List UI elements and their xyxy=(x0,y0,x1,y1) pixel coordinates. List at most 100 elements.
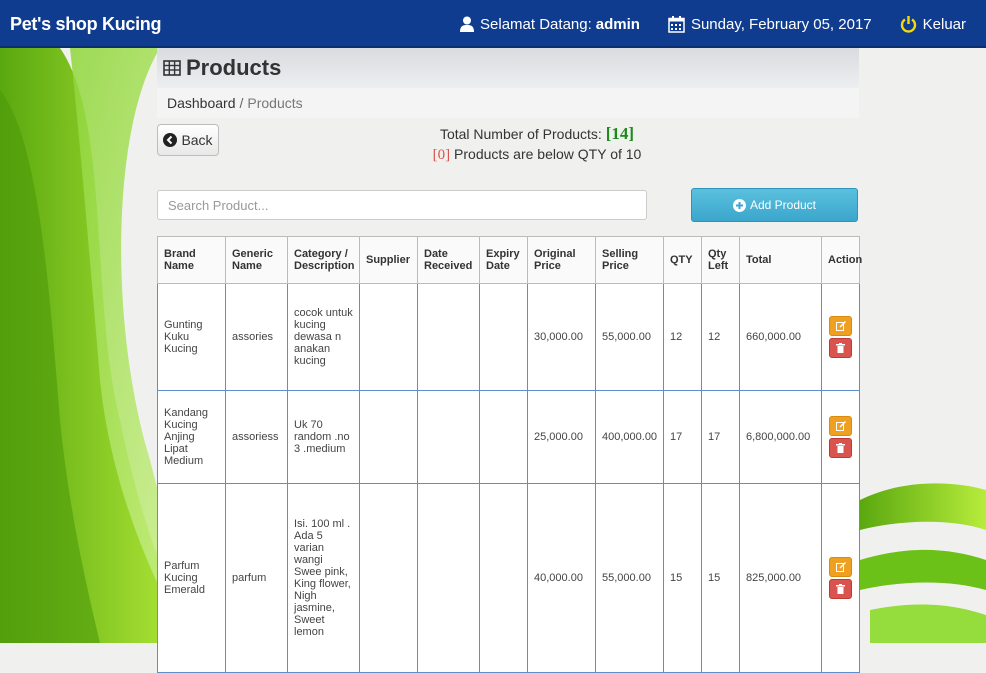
page-title-text: Products xyxy=(186,55,282,80)
plus-circle-icon xyxy=(732,198,746,212)
cell-date-received xyxy=(417,390,480,484)
cell-original-price: 30,000.00 xyxy=(527,283,596,391)
col-supplier[interactable]: Supplier xyxy=(359,236,418,284)
welcome-text: Selamat Datang: xyxy=(480,15,592,33)
cell-generic: assories xyxy=(225,283,288,391)
table-row: Kandang Kucing Anjing Lipat Medium assor… xyxy=(157,390,860,484)
total-products-label: Total Number of Products: xyxy=(439,126,602,142)
add-product-button[interactable]: Add Product xyxy=(691,188,858,222)
date-text: Sunday, February 05, 2017 xyxy=(690,15,872,33)
cell-selling-price: 400,000.00 xyxy=(595,390,664,484)
col-total[interactable]: Total xyxy=(739,236,822,284)
top-navbar: Pet's shop Kucing Selamat Datang: admin … xyxy=(0,0,986,48)
col-date-received[interactable]: Date Received xyxy=(417,236,480,284)
current-date: Sunday, February 05, 2017 xyxy=(668,15,872,33)
cell-total: 660,000.00 xyxy=(739,283,822,391)
cell-total: 825,000.00 xyxy=(739,483,822,673)
table-header-row: Brand Name Generic Name Category / Descr… xyxy=(157,236,862,284)
cell-supplier xyxy=(359,483,418,673)
cell-date-received xyxy=(417,483,480,673)
total-products-count: [14] xyxy=(605,124,635,143)
edit-button[interactable] xyxy=(829,416,852,436)
product-totals: Total Number of Products: [14] [0] Produ… xyxy=(347,124,727,165)
trash-icon xyxy=(836,443,845,453)
search-product-input[interactable] xyxy=(157,190,647,220)
edit-button[interactable] xyxy=(829,557,852,577)
cell-expiry xyxy=(479,283,528,391)
cell-action xyxy=(821,390,860,484)
page-header: Products xyxy=(157,48,859,88)
trash-icon xyxy=(836,343,845,353)
cell-qty: 15 xyxy=(663,483,702,673)
cell-brand: Parfum Kucing Emerald xyxy=(157,483,226,673)
breadcrumb-products: Products xyxy=(247,95,303,111)
toolbar-row: Back Total Number of Products: [14] [0] … xyxy=(157,118,859,186)
cell-action xyxy=(821,283,860,391)
trash-icon xyxy=(836,584,845,594)
cell-qty-left: 12 xyxy=(701,283,740,391)
cell-qty: 17 xyxy=(663,390,702,484)
navbar-right: Selamat Datang: admin Sunday, February 0… xyxy=(460,0,986,48)
cell-date-received xyxy=(417,283,480,391)
cell-expiry xyxy=(479,483,528,673)
cell-qty-left: 17 xyxy=(701,390,740,484)
cell-total: 6,800,000.00 xyxy=(739,390,822,484)
page-title: Products xyxy=(163,55,281,81)
cell-generic: assoriess xyxy=(225,390,288,484)
user-icon xyxy=(460,16,475,32)
table-row: Gunting Kuku Kucing assories cocok untuk… xyxy=(157,283,860,391)
table-grid-icon xyxy=(163,60,181,76)
cell-expiry xyxy=(479,390,528,484)
cell-qty: 12 xyxy=(663,283,702,391)
breadcrumb-dashboard[interactable]: Dashboard xyxy=(167,95,236,111)
cell-selling-price: 55,000.00 xyxy=(595,283,664,391)
col-qty[interactable]: QTY xyxy=(663,236,702,284)
add-product-label: Add Product xyxy=(749,198,817,212)
cell-original-price: 25,000.00 xyxy=(527,390,596,484)
cell-description: Isi. 100 ml . Ada 5 varian wangi Swee pi… xyxy=(287,483,360,673)
col-original-price[interactable]: Original Price xyxy=(527,236,596,284)
cell-supplier xyxy=(359,390,418,484)
back-label: Back xyxy=(181,132,213,148)
col-category[interactable]: Category / Description xyxy=(287,236,360,284)
edit-button[interactable] xyxy=(829,316,852,336)
edit-icon xyxy=(835,321,846,331)
brand-logo-text[interactable]: Pet's shop Kucing xyxy=(10,14,162,35)
arrow-left-circle-icon xyxy=(163,133,178,147)
edit-icon xyxy=(835,562,846,572)
cell-qty-left: 15 xyxy=(701,483,740,673)
col-brand-name[interactable]: Brand Name xyxy=(157,236,226,284)
col-selling-price[interactable]: Selling Price xyxy=(595,236,664,284)
cell-brand: Kandang Kucing Anjing Lipat Medium xyxy=(157,390,226,484)
total-products-line: Total Number of Products: [14] xyxy=(347,124,727,144)
cell-description: cocok untuk kucing dewasa n anakan kucin… xyxy=(287,283,360,391)
delete-button[interactable] xyxy=(829,438,852,458)
products-table: Brand Name Generic Name Category / Descr… xyxy=(157,236,862,673)
logout-link[interactable]: Keluar xyxy=(900,15,966,33)
col-generic-name[interactable]: Generic Name xyxy=(225,236,288,284)
cell-description: Uk 70 random .no 3 .medium xyxy=(287,390,360,484)
delete-button[interactable] xyxy=(829,338,852,358)
logout-label: Keluar xyxy=(922,15,966,33)
col-qty-left[interactable]: Qty Left xyxy=(701,236,740,284)
low-stock-label: Products are below QTY of 10 xyxy=(454,146,642,162)
delete-button[interactable] xyxy=(829,579,852,599)
cell-action xyxy=(821,483,860,673)
col-action: Action xyxy=(821,236,862,284)
back-button[interactable]: Back xyxy=(157,124,219,156)
calendar-icon xyxy=(668,15,685,33)
breadcrumb-separator: / xyxy=(239,95,244,111)
user-welcome: Selamat Datang: admin xyxy=(460,16,640,33)
cell-supplier xyxy=(359,283,418,391)
low-stock-count: [0] xyxy=(432,147,451,163)
main-content: Products Dashboard / Products Back Total… xyxy=(157,48,862,673)
power-icon xyxy=(900,15,916,33)
edit-icon xyxy=(835,421,846,431)
cell-generic: parfum xyxy=(225,483,288,673)
search-row: Add Product xyxy=(157,186,859,236)
cell-original-price: 40,000.00 xyxy=(527,483,596,673)
cell-selling-price: 55,000.00 xyxy=(595,483,664,673)
username: admin xyxy=(595,15,640,33)
breadcrumb: Dashboard / Products xyxy=(157,88,859,118)
col-expiry-date[interactable]: Expiry Date xyxy=(479,236,528,284)
